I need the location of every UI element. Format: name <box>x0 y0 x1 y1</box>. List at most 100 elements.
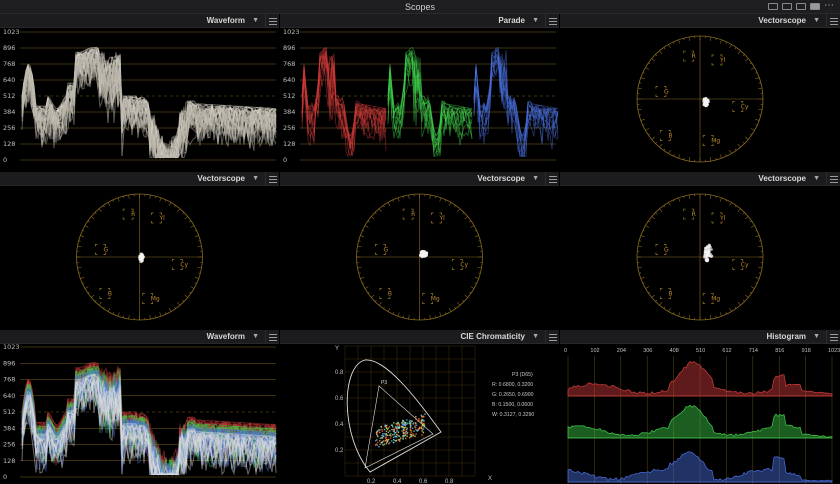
vectorscope-tick <box>749 220 752 223</box>
scope-type-dropdown[interactable]: CIE Chromaticity <box>461 330 525 344</box>
vectorscope-tick <box>378 208 382 212</box>
vectorscope-signal <box>703 246 707 250</box>
vectorscope-tick <box>758 87 763 90</box>
scope-type-dropdown[interactable]: Histogram <box>766 330 806 344</box>
chevron-down-icon[interactable]: ▼ <box>813 172 820 186</box>
more-options-icon[interactable]: ⋯ <box>824 0 834 14</box>
vectorscope-tick <box>439 197 442 202</box>
chromaticity-point <box>392 436 395 439</box>
vectorscope-tick <box>470 225 475 228</box>
chromaticity-point <box>386 441 388 444</box>
layout-2x2-icon[interactable] <box>796 3 806 10</box>
vectorscope-tick <box>678 39 681 44</box>
vectorscope-target-label: Mg <box>711 296 720 303</box>
vectorscope-tick <box>755 276 760 279</box>
vectorscope-tick <box>98 208 102 212</box>
chromaticity-point <box>408 420 411 423</box>
layout-2x1-icon[interactable] <box>782 3 792 10</box>
vectorscope-target-label: Cy <box>741 104 749 111</box>
chromaticity-point <box>385 432 387 435</box>
vectorscope-target-label: Cy <box>741 262 749 269</box>
scope-settings-icon[interactable] <box>265 14 279 28</box>
scope-settings-icon[interactable] <box>545 14 559 28</box>
scope-settings-icon[interactable] <box>265 330 279 344</box>
vectorscope-tick <box>194 276 199 279</box>
vectorscope-tick <box>189 220 192 223</box>
vectorscope-panel-3: Vectorscope ▼ R Yl G Cy B Mg <box>280 172 559 329</box>
histogram-tick-label: 204 <box>617 348 626 354</box>
vectorscope-display: R Yl G Cy B Mg <box>356 193 483 321</box>
vectorscope-target-label: Mg <box>151 296 160 303</box>
chromaticity-point <box>392 441 395 444</box>
vectorscope-tick <box>408 194 410 199</box>
scope-type-dropdown[interactable]: Vectorscope <box>758 14 806 28</box>
vectorscope-tick <box>640 276 645 279</box>
vectorscope-tick <box>742 141 745 144</box>
vectorscope-tick <box>197 266 202 269</box>
chromaticity-point <box>379 431 381 434</box>
scope-settings-icon[interactable] <box>826 14 840 28</box>
chromaticity-point <box>385 426 388 429</box>
vectorscope-tick <box>87 291 90 294</box>
chromaticity-point <box>404 422 407 424</box>
scope-type-dropdown[interactable]: Parade <box>498 14 525 28</box>
scope-settings-icon[interactable] <box>545 172 559 186</box>
scope-settings-icon[interactable] <box>545 330 559 344</box>
vectorscope-tick <box>94 212 97 215</box>
chevron-down-icon[interactable]: ▼ <box>532 330 539 344</box>
chromaticity-point <box>380 441 383 444</box>
chromaticity-point <box>381 428 383 431</box>
vectorscope-target-label: Mg <box>431 296 440 303</box>
vectorscope-tick <box>645 128 650 131</box>
vectorscope-target-label: Yl <box>719 57 726 64</box>
vectorscope-tick <box>750 67 755 70</box>
vectorscope-tick <box>117 197 120 202</box>
vectorscope-tick <box>91 294 95 298</box>
vectorscope-target-label: G <box>664 246 669 253</box>
scope-type-dropdown[interactable]: Vectorscope <box>758 172 806 186</box>
scope-settings-icon[interactable] <box>265 172 279 186</box>
scope-type-dropdown[interactable]: Waveform <box>207 14 245 28</box>
vectorscope-signal <box>139 258 144 262</box>
chevron-down-icon[interactable]: ▼ <box>532 14 539 28</box>
scale-tick-label: 768 <box>3 60 15 68</box>
chromaticity-point <box>384 440 387 442</box>
chevron-down-icon[interactable]: ▼ <box>813 14 820 28</box>
scope-type-dropdown[interactable]: Vectorscope <box>477 172 525 186</box>
chromaticity-point <box>398 424 401 426</box>
vectorscope-tick <box>383 205 385 208</box>
scope-type-dropdown[interactable]: Vectorscope <box>197 172 245 186</box>
chevron-down-icon[interactable]: ▼ <box>252 330 259 344</box>
vectorscope-tick <box>387 202 391 207</box>
layout-1x1-icon[interactable] <box>768 3 778 10</box>
vectorscope-tick <box>734 205 737 208</box>
vectorscope-tick <box>82 230 85 232</box>
chromaticity-point <box>392 428 395 431</box>
vectorscope-target-label: Yl <box>439 215 446 222</box>
vectorscope-tick <box>165 312 167 315</box>
chevron-down-icon[interactable]: ▼ <box>252 172 259 186</box>
vectorscope-signal <box>706 251 710 255</box>
chevron-down-icon[interactable]: ▼ <box>813 330 820 344</box>
vectorscope-tick <box>749 133 752 136</box>
chevron-down-icon[interactable]: ▼ <box>532 172 539 186</box>
layout-3x3-icon[interactable] <box>810 3 820 10</box>
scale-tick-label: 256 <box>3 124 15 132</box>
vectorscope-tick <box>637 266 642 269</box>
vectorscope-tick <box>439 312 442 317</box>
scale-tick-label: 640 <box>283 76 295 84</box>
scope-settings-icon[interactable] <box>826 330 840 344</box>
chromaticity-point <box>420 414 423 417</box>
scope-type-dropdown[interactable]: Waveform <box>207 330 245 344</box>
scope-settings-icon[interactable] <box>826 172 840 186</box>
chromaticity-point <box>410 435 412 438</box>
vectorscope-tick <box>80 276 85 279</box>
chevron-down-icon[interactable]: ▼ <box>252 14 259 28</box>
scale-tick-label: 256 <box>283 124 295 132</box>
vectorscope-tick <box>737 208 741 212</box>
vectorscope-tick <box>709 194 712 199</box>
vectorscope-tick <box>648 62 651 65</box>
vectorscope-tick <box>750 286 755 289</box>
vectorscope-tick <box>663 306 666 309</box>
vectorscope-tick <box>378 302 382 306</box>
